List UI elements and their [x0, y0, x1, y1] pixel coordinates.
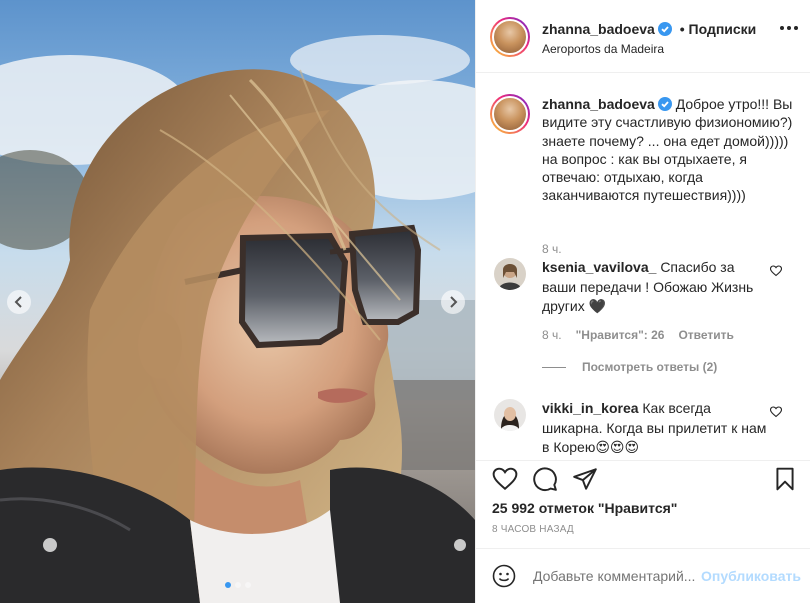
caption-text: zhanna_badoeva Доброе утро!!! Вы видите …	[542, 95, 804, 205]
carousel-next-button[interactable]	[441, 290, 465, 314]
heart-icon[interactable]	[770, 265, 782, 277]
post-photo[interactable]	[0, 0, 475, 603]
commenter-avatar[interactable]	[494, 258, 526, 290]
comment-text: vikki_in_korea Как всегда шикарна. Когда…	[542, 399, 772, 458]
post-location[interactable]: Aeroportos da Madeira	[542, 42, 664, 56]
view-replies-button[interactable]: Посмотреть ответы (2)	[542, 360, 717, 374]
photo-scene	[0, 35, 475, 603]
carousel-dots	[0, 582, 475, 588]
more-options-icon[interactable]	[780, 26, 798, 30]
comments-list[interactable]: zhanna_badoeva Доброе утро!!! Вы видите …	[476, 74, 810, 460]
heart-icon[interactable]	[770, 406, 782, 418]
author-username[interactable]: zhanna_badoeva	[542, 21, 655, 37]
bookmark-icon[interactable]	[772, 466, 798, 492]
share-icon[interactable]	[572, 466, 598, 492]
caption-body: Доброе утро!!! Вы видите эту счастливую …	[542, 96, 793, 204]
comment-icon[interactable]	[532, 466, 558, 492]
post-timestamp: 8 часов назад	[492, 524, 574, 535]
chevron-left-icon	[14, 296, 22, 308]
post-actions	[476, 460, 810, 501]
comment-text: ksenia_vavilova_ Спасибо за ваши передач…	[542, 258, 772, 317]
reply-button[interactable]: Ответить	[678, 328, 733, 342]
carousel-dot	[244, 582, 251, 588]
carousel-dot	[234, 582, 241, 588]
verified-badge-icon	[657, 97, 672, 111]
view-replies-label: Посмотреть ответы (2)	[582, 360, 718, 374]
author-avatar[interactable]	[490, 17, 530, 57]
following-button[interactable]: • Подписки	[680, 21, 757, 37]
post-side-panel: zhanna_badoeva • Подписки Aeroportos da …	[475, 0, 810, 603]
comment-time: 8 ч.	[542, 328, 562, 342]
carousel-dot	[224, 582, 231, 588]
caption-avatar[interactable]	[490, 94, 530, 134]
carousel-prev-button[interactable]	[7, 290, 31, 314]
emoji-icon[interactable]	[492, 564, 516, 588]
comment-input[interactable]	[533, 568, 701, 584]
comment-likes[interactable]: "Нравится": 26	[576, 328, 665, 342]
commenter-username[interactable]: vikki_in_korea	[542, 400, 639, 416]
commenter-avatar[interactable]	[494, 399, 526, 431]
caption-username[interactable]: zhanna_badoeva	[542, 96, 655, 112]
likes-count[interactable]: 25 992 отметок "Нравится"	[492, 500, 677, 516]
comment-meta: 8 ч. "Нравится": 26 Ответить	[542, 328, 748, 342]
post-header: zhanna_badoeva • Подписки Aeroportos da …	[476, 0, 810, 73]
caption-time: 8 ч.	[542, 242, 562, 256]
chevron-right-icon	[450, 296, 458, 308]
heart-icon[interactable]	[492, 466, 518, 492]
publish-button[interactable]: Опубликовать	[701, 568, 801, 584]
commenter-username[interactable]: ksenia_vavilova_	[542, 259, 656, 275]
verified-badge-icon	[657, 22, 672, 36]
add-comment-bar: Опубликовать	[476, 548, 810, 603]
